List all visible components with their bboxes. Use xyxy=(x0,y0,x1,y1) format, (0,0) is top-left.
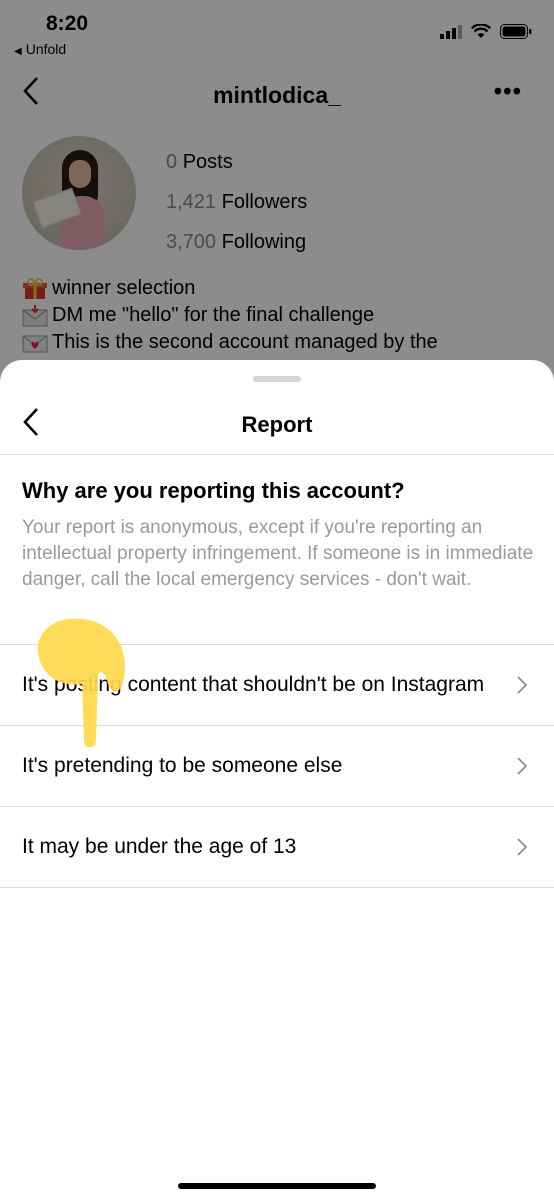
report-explanation: Your report is anonymous, except if you'… xyxy=(22,517,534,590)
report-option-label: It may be under the age of 13 xyxy=(22,835,297,858)
chevron-right-icon xyxy=(517,757,528,775)
pointing-finger-annotation xyxy=(37,618,126,748)
report-option-underage[interactable]: It may be under the age of 13 xyxy=(0,807,554,888)
report-title: Report xyxy=(241,412,313,437)
home-indicator[interactable] xyxy=(178,1183,376,1189)
chevron-right-icon xyxy=(517,838,528,856)
report-option-label: It's pretending to be someone else xyxy=(22,754,343,777)
report-question: Why are you reporting this account? xyxy=(22,478,405,503)
chevron-right-icon xyxy=(517,676,528,694)
report-header: Report xyxy=(0,394,554,455)
report-sheet: Report Why are you reporting this accoun… xyxy=(0,360,554,1200)
sheet-grabber[interactable] xyxy=(253,376,301,382)
